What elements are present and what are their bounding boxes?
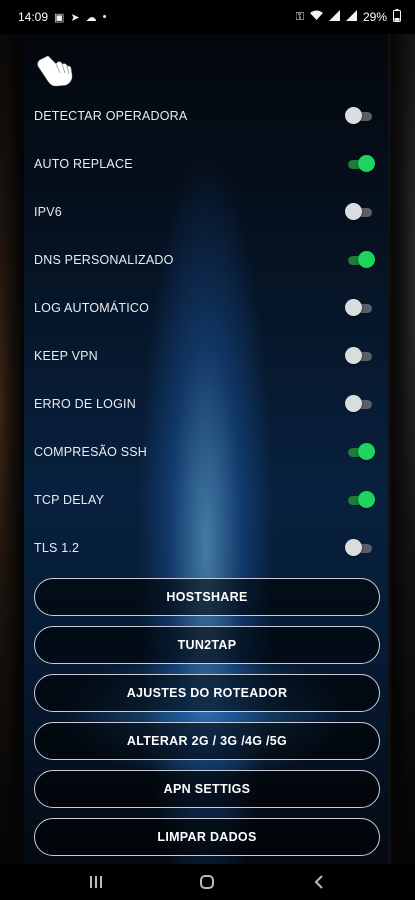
toggle-row-detectar-operadora[interactable]: DETECTAR OPERADORA: [34, 104, 374, 128]
recents-button[interactable]: [76, 867, 116, 897]
toggle-row-ipv6[interactable]: IPV6: [34, 200, 374, 224]
router-settings-button[interactable]: AJUSTES DO ROTEADOR: [34, 674, 380, 712]
key-icon: ⚿: [295, 10, 304, 23]
background-left: [0, 34, 24, 864]
signal-icon: [345, 10, 357, 24]
toggle-switch[interactable]: [346, 251, 375, 269]
clear-data-button[interactable]: LIMPAR DADOS: [34, 818, 380, 856]
battery-icon: [393, 9, 401, 25]
back-icon: [314, 875, 323, 889]
image-icon: ▣: [54, 11, 65, 24]
apn-settings-button[interactable]: APN SETTIGS: [34, 770, 380, 808]
home-icon: [200, 875, 215, 889]
tun2tap-button[interactable]: TUN2TAP: [34, 626, 380, 664]
wifi-icon: [309, 10, 323, 24]
toggle-label: TCP DELAY: [34, 493, 105, 507]
toggle-switch[interactable]: [345, 203, 374, 221]
hand-pointer-icon: [37, 55, 73, 87]
drawer-edge: [388, 34, 391, 864]
toggle-switch[interactable]: [346, 443, 375, 461]
cloud-icon: ☁: [85, 11, 97, 24]
home-button[interactable]: [187, 867, 227, 897]
status-bar: 14:09 ▣ ➤ ☁ • ⚿ 29%: [0, 0, 415, 34]
toggle-switch[interactable]: [345, 107, 374, 125]
status-right: ⚿ 29%: [296, 9, 401, 25]
toggle-label: TLS 1.2: [34, 541, 80, 555]
hostshare-button[interactable]: HOSTSHARE: [34, 578, 380, 616]
toggle-row-tls-1-2[interactable]: TLS 1.2: [34, 536, 374, 560]
toggle-switch[interactable]: [345, 395, 374, 413]
dot-icon: •: [102, 11, 107, 23]
toggle-label: AUTO REPLACE: [34, 157, 133, 171]
toggle-row-tcp-delay[interactable]: TCP DELAY: [34, 488, 375, 512]
toggle-label: DNS PERSONALIZADO: [34, 253, 174, 267]
telegram-icon: ➤: [70, 11, 80, 24]
status-left: 14:09 ▣ ➤ ☁ •: [18, 10, 107, 24]
background-right: [387, 34, 415, 864]
toggle-switch[interactable]: [345, 347, 374, 365]
clock: 14:09: [18, 10, 49, 24]
toggle-label: KEEP VPN: [34, 349, 98, 363]
toggle-row-auto-replace[interactable]: AUTO REPLACE: [34, 152, 375, 176]
toggle-row-erro-de-login[interactable]: ERRO DE LOGIN: [34, 392, 374, 416]
toggle-label: LOG AUTOMÁTICO: [34, 301, 150, 315]
battery-percent: 29%: [362, 10, 387, 24]
toggle-row-compressao-ssh[interactable]: COMPRESÃO SSH: [34, 440, 375, 464]
toggle-switch[interactable]: [346, 491, 375, 509]
toggle-row-dns-personalizado[interactable]: DNS PERSONALIZADO: [34, 248, 375, 272]
back-button[interactable]: [299, 867, 339, 897]
toggle-row-log-automatico[interactable]: LOG AUTOMÁTICO: [34, 296, 374, 320]
toggle-switch[interactable]: [346, 155, 375, 173]
recents-icon: [89, 876, 102, 888]
signal-icon: [328, 10, 340, 24]
toggle-label: ERRO DE LOGIN: [34, 397, 136, 411]
toggle-label: DETECTAR OPERADORA: [34, 109, 188, 123]
toggle-switch[interactable]: [345, 299, 374, 317]
navigation-bar: [0, 864, 415, 900]
toggle-row-keep-vpn[interactable]: KEEP VPN: [34, 344, 374, 368]
toggle-label: COMPRESÃO SSH: [34, 445, 148, 459]
toggle-label: IPV6: [34, 205, 62, 219]
change-network-mode-button[interactable]: ALTERAR 2G / 3G /4G /5G: [34, 722, 380, 760]
settings-drawer: DETECTAR OPERADORA AUTO REPLACE IPV6 DNS…: [24, 34, 388, 864]
toggle-switch[interactable]: [345, 539, 374, 557]
